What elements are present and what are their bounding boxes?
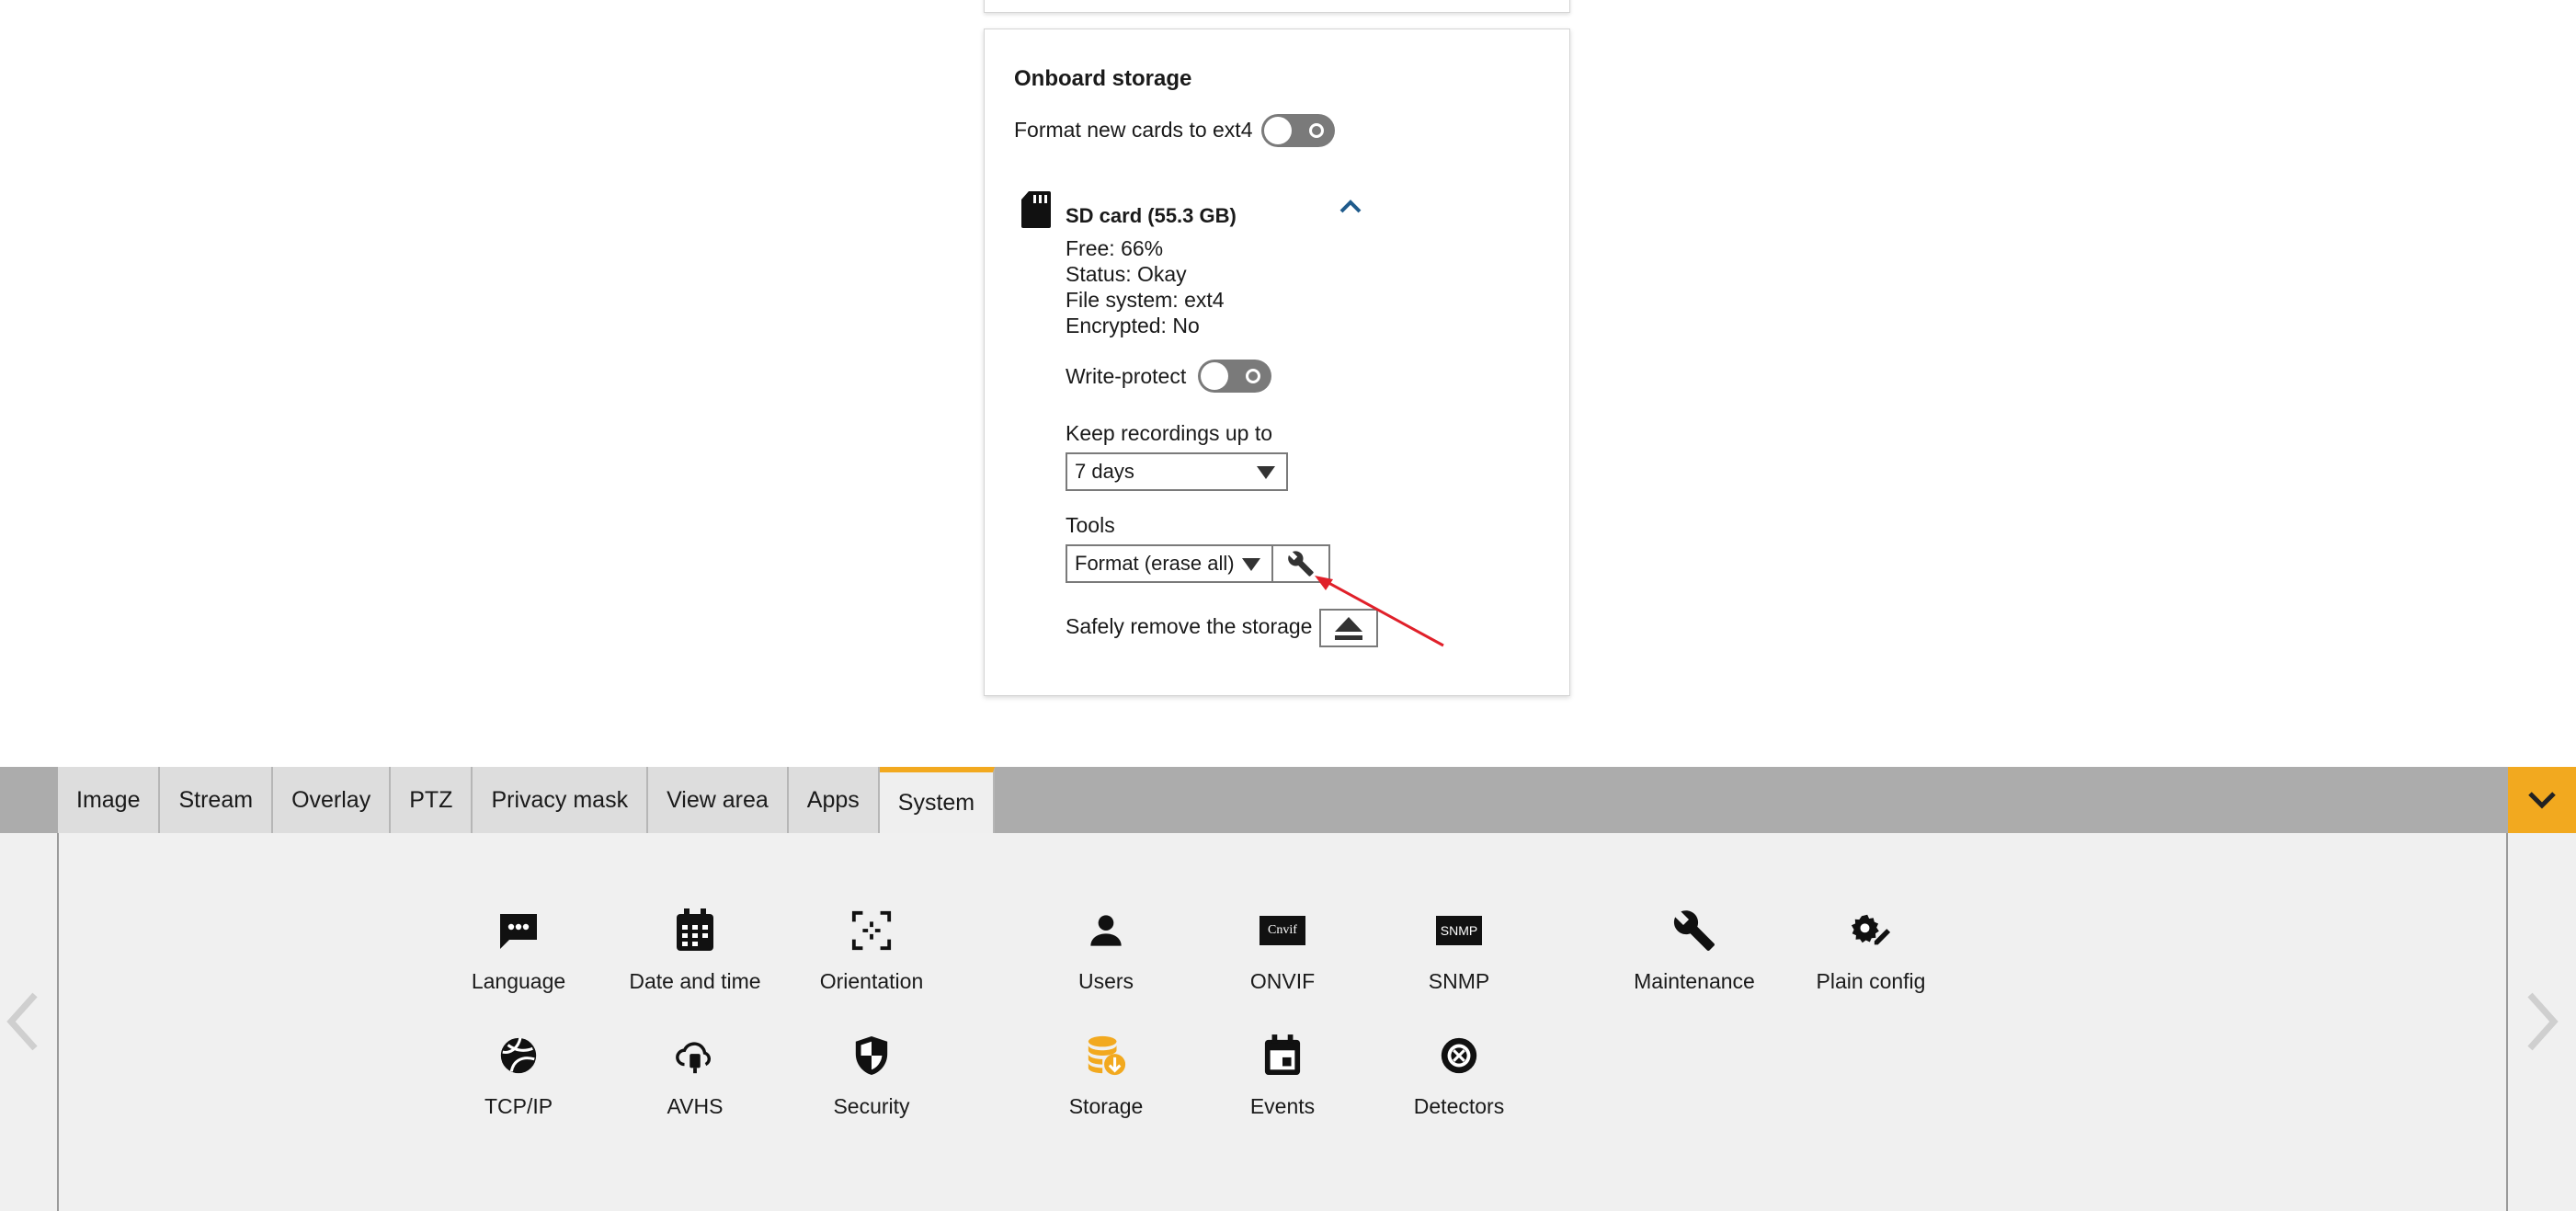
free-text: Free: 66%: [1066, 236, 1164, 260]
system-item-security[interactable]: Security: [789, 1028, 954, 1119]
item-label: Maintenance: [1634, 969, 1755, 993]
item-label: Users: [1077, 969, 1134, 993]
item-label: Security: [833, 1094, 910, 1118]
tools-value: Format (erase all): [1075, 552, 1235, 575]
chevron-left-icon: [6, 992, 38, 1051]
tab-system[interactable]: System: [879, 767, 996, 833]
detector-icon: [1441, 1037, 1477, 1074]
item-label: Language: [471, 969, 566, 993]
tab-overlay[interactable]: Overlay: [273, 767, 392, 833]
annotation-arrow: [1315, 576, 1444, 647]
settings-tab-bar: Image Stream Overlay PTZ Privacy mask Vi…: [0, 767, 2576, 833]
chevron-right-icon: [2527, 992, 2559, 1051]
system-settings-area: Language Date and time Orientation Users…: [0, 833, 2576, 1211]
keep-recordings-label: Keep recordings up to: [1066, 421, 1273, 445]
system-item-maintenance[interactable]: Maintenance: [1612, 903, 1777, 994]
tools-label: Tools: [1066, 513, 1115, 537]
tab-image[interactable]: Image: [58, 767, 161, 833]
system-item-users[interactable]: Users: [1023, 903, 1189, 994]
item-label: Storage: [1068, 1094, 1144, 1118]
dropdown-arrow-icon: [1242, 558, 1260, 571]
system-item-date-time[interactable]: Date and time: [612, 903, 778, 994]
item-label: AVHS: [667, 1094, 724, 1118]
chevron-up-icon[interactable]: [1338, 197, 1363, 220]
snmp-icon: SNMP: [1436, 916, 1482, 945]
system-item-plain-config[interactable]: Plain config: [1788, 903, 1954, 994]
item-label: Date and time: [629, 969, 761, 993]
write-protect-toggle[interactable]: [1198, 360, 1271, 393]
system-item-events[interactable]: Events: [1200, 1028, 1365, 1119]
user-icon: [1090, 915, 1122, 946]
database-icon: [1088, 1035, 1126, 1076]
onboard-storage-panel: Onboard storage Format new cards to ext4…: [984, 29, 1570, 696]
divider: [2506, 833, 2508, 1211]
filesystem-text: File system: ext4: [1066, 288, 1225, 312]
item-label: TCP/IP: [484, 1094, 553, 1118]
divider: [57, 833, 59, 1211]
prev-page-arrow[interactable]: [4, 989, 40, 1058]
encrypted-text: Encrypted: No: [1066, 314, 1200, 337]
onvif-icon: Cnvif: [1260, 916, 1305, 945]
tools-select[interactable]: Format (erase all): [1066, 544, 1273, 583]
tab-privacy-mask[interactable]: Privacy mask: [473, 767, 649, 833]
event-calendar-icon: [1264, 1034, 1301, 1075]
next-page-arrow[interactable]: [2525, 989, 2561, 1058]
shield-icon: [855, 1036, 888, 1075]
gear-pen-icon: [1851, 914, 1891, 945]
system-item-tcpip[interactable]: TCP/IP: [436, 1028, 601, 1119]
item-label: Detectors: [1413, 1094, 1505, 1118]
tab-apps[interactable]: Apps: [788, 767, 880, 833]
tab-ptz[interactable]: PTZ: [391, 767, 473, 833]
system-item-detectors[interactable]: Detectors: [1376, 1028, 1542, 1119]
calendar-icon: [677, 908, 713, 951]
system-item-language[interactable]: Language: [436, 903, 601, 994]
sd-card-title: SD card (55.3 GB): [1066, 204, 1237, 227]
item-label: Orientation: [819, 969, 924, 993]
panel-title: Onboard storage: [1014, 66, 1192, 91]
tab-stream[interactable]: Stream: [160, 767, 274, 833]
chevron-down-icon: [2528, 792, 2556, 809]
item-label: ONVIF: [1249, 969, 1316, 993]
focus-frame-icon: [851, 910, 892, 951]
system-item-onvif[interactable]: Cnvif ONVIF: [1200, 903, 1365, 994]
keep-recordings-select[interactable]: 7 days: [1066, 452, 1288, 491]
format-ext4-toggle[interactable]: [1261, 114, 1335, 147]
system-item-storage[interactable]: Storage: [1023, 1028, 1189, 1119]
sd-card-icon: [1021, 191, 1051, 233]
safe-remove-label: Safely remove the storage: [1066, 614, 1313, 638]
item-label: Events: [1249, 1094, 1316, 1118]
item-label: SNMP: [1428, 969, 1490, 993]
format-ext4-label: Format new cards to ext4: [1014, 118, 1253, 142]
dropdown-arrow-icon: [1257, 466, 1275, 479]
chat-icon: [500, 914, 537, 949]
network-icon: [500, 1037, 537, 1074]
collapse-panel-button[interactable]: [2508, 767, 2576, 833]
system-item-orientation[interactable]: Orientation: [789, 903, 954, 994]
cloud-icon: [676, 1042, 711, 1074]
previous-panel: [984, 0, 1570, 13]
wrench-icon: [1673, 910, 1715, 951]
write-protect-label: Write-protect: [1066, 364, 1187, 388]
system-item-snmp[interactable]: SNMP SNMP: [1376, 903, 1542, 994]
system-item-avhs[interactable]: AVHS: [612, 1028, 778, 1119]
item-label: Plain config: [1816, 969, 1926, 993]
tab-list: Image Stream Overlay PTZ Privacy mask Vi…: [58, 767, 996, 833]
tab-view-area[interactable]: View area: [648, 767, 789, 833]
keep-recordings-value: 7 days: [1075, 460, 1134, 483]
status-text: Status: Okay: [1066, 262, 1187, 286]
